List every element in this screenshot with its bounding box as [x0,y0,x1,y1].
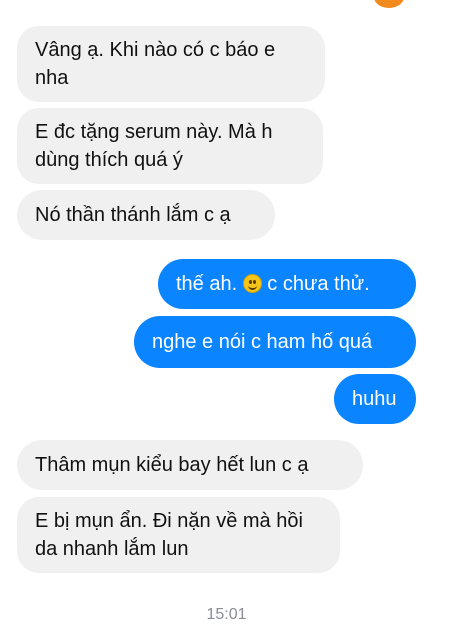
message-bubble-outgoing[interactable]: thế ah. c chưa thử. [158,259,416,309]
message-line: nghe e nói c ham hố quá [152,331,373,353]
message-bubble-incoming[interactable]: E bị mụn ẩn. Đi nặn về mà hồi da nhanh l… [17,497,340,573]
message-bubble-outgoing[interactable]: huhu [334,374,416,424]
message-line: Vâng ạ. Khi nào có c báo e [35,39,276,61]
avatar[interactable] [374,0,404,8]
smiling-face-emoji-icon [242,274,262,293]
message-line: dùng thích quá ý [35,149,183,171]
message-text: c chưa thử. [267,273,370,295]
message-bubble-incoming[interactable]: Thâm mụn kiểu bay hết lun c ạ [17,440,363,490]
message-line: E bị mụn ẩn. Đi nặn về mà hồi [35,510,303,532]
message-line: huhu [352,388,397,410]
message-line: nha [35,67,69,89]
message-text: thế ah. [176,273,238,295]
message-bubble-incoming[interactable]: Nó thần thánh lắm c ạ [17,190,275,240]
message-line: Nó thần thánh lắm c ạ [35,204,231,226]
message-bubble-incoming[interactable]: E đc tặng serum này. Mà h dùng thích quá… [17,108,323,184]
message-line: E đc tặng serum này. Mà h [35,121,273,143]
message-timestamp: 15:01 [206,606,247,623]
message-bubble-incoming[interactable]: Vâng ạ. Khi nào có c báo e nha [17,26,325,102]
message-line: Thâm mụn kiểu bay hết lun c ạ [35,454,309,476]
message-bubble-outgoing[interactable]: nghe e nói c ham hố quá [134,316,416,368]
message-line: da nhanh lắm lun [35,538,189,560]
